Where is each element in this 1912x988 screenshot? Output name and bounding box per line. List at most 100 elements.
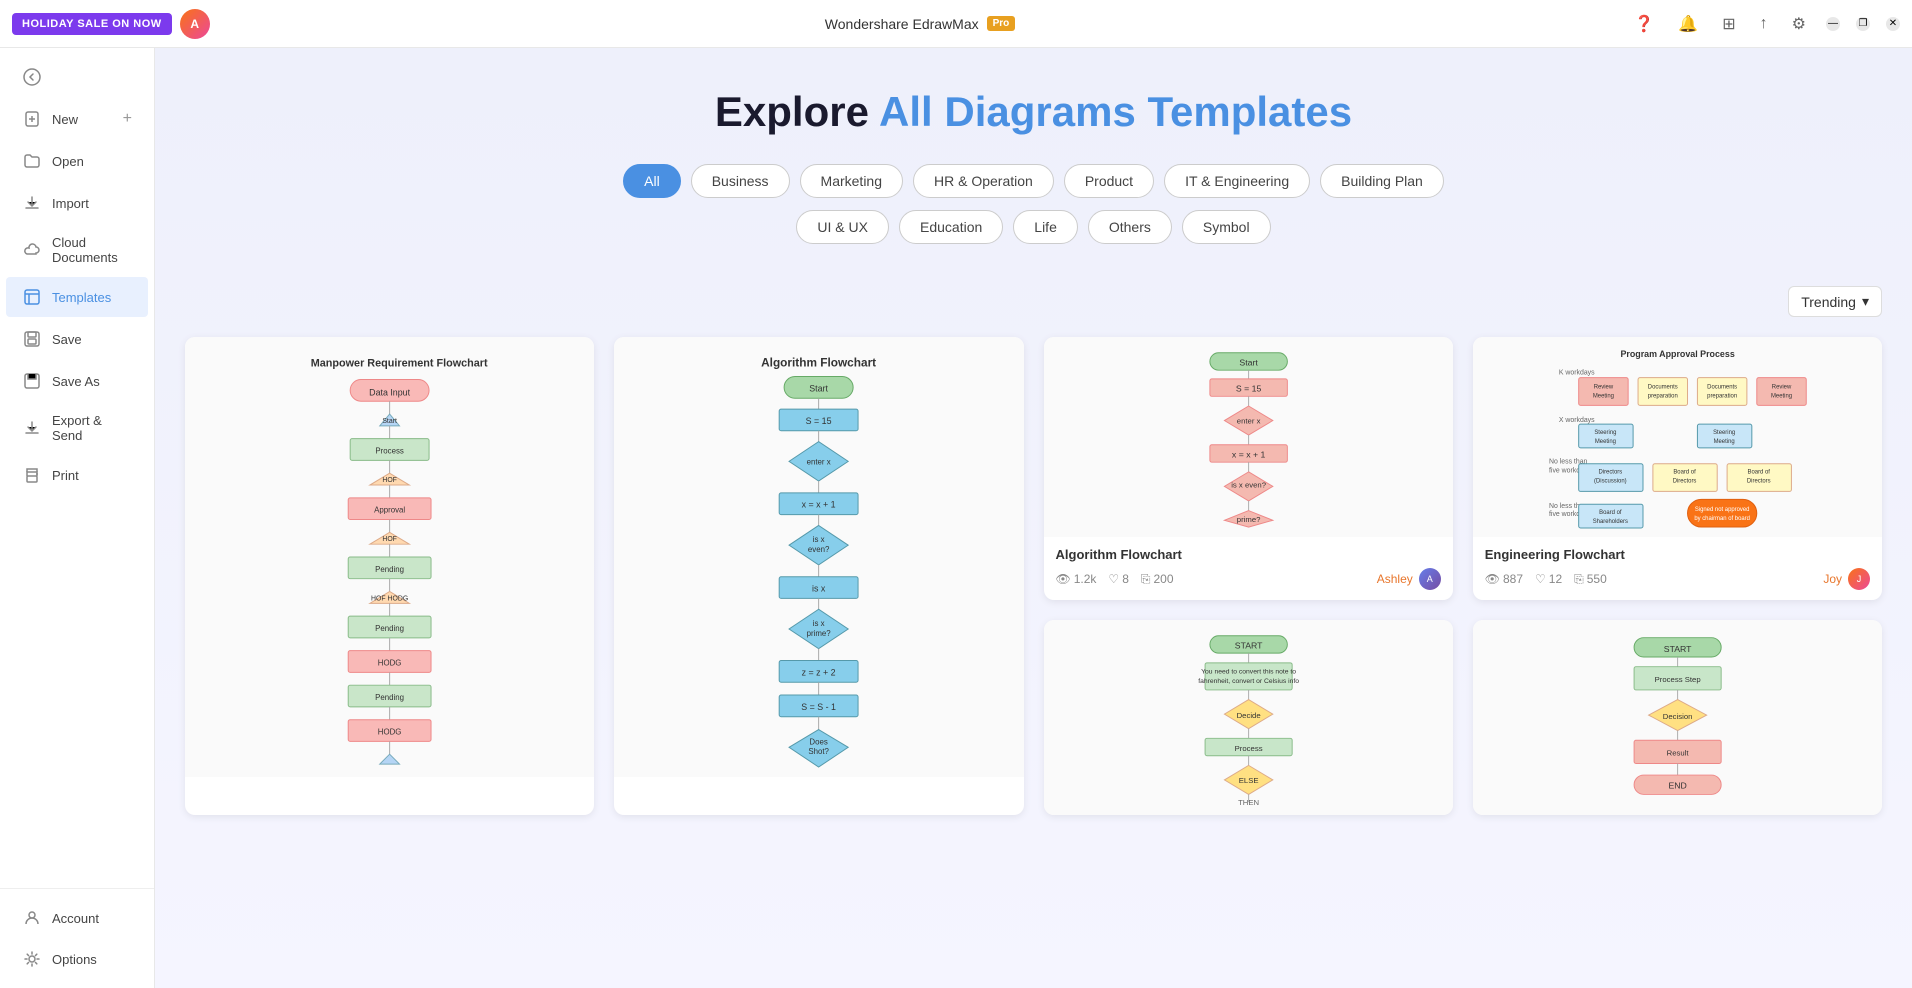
filter-life[interactable]: Life bbox=[1013, 210, 1078, 244]
sidebar-item-save[interactable]: Save bbox=[6, 319, 148, 359]
sidebar-item-import[interactable]: Import bbox=[6, 183, 148, 223]
settings-icon[interactable]: ⚙ bbox=[1788, 10, 1810, 38]
svg-text:Meeting: Meeting bbox=[1593, 393, 1614, 399]
sidebar-item-account[interactable]: Account bbox=[6, 898, 148, 938]
svg-text:HOF HODG: HOF HODG bbox=[371, 595, 408, 602]
engineering-likes: ♡ 12 bbox=[1535, 572, 1562, 586]
saveas-icon bbox=[22, 371, 42, 391]
svg-text:Manpower Requirement Flowchart: Manpower Requirement Flowchart bbox=[311, 358, 488, 370]
svg-text:Process: Process bbox=[1234, 744, 1262, 753]
algo-copies: ⎘ 200 bbox=[1141, 572, 1174, 587]
engineering-card-title: Engineering Flowchart bbox=[1485, 547, 1870, 562]
template-image-algorithm: Algorithm Flowchart Start S = 15 enter x bbox=[614, 337, 1023, 777]
share-icon[interactable]: ↑ bbox=[1756, 11, 1772, 37]
svg-text:Meeting: Meeting bbox=[1713, 439, 1734, 445]
plus-icon bbox=[22, 109, 42, 129]
algo-author-avatar: A bbox=[1419, 568, 1441, 590]
svg-text:Start: Start bbox=[1239, 357, 1258, 367]
sidebar-item-cloud[interactable]: Cloud Documents bbox=[6, 225, 148, 275]
sort-label: Trending bbox=[1801, 294, 1856, 310]
svg-text:HOF: HOF bbox=[382, 477, 397, 484]
filter-symbol[interactable]: Symbol bbox=[1182, 210, 1271, 244]
notification-icon[interactable]: 🔔 bbox=[1674, 10, 1702, 38]
svg-text:Signed not approved: Signed not approved bbox=[1695, 507, 1750, 513]
hero-title-highlight: All Diagrams Templates bbox=[879, 88, 1352, 135]
help-icon[interactable]: ❓ bbox=[1630, 10, 1658, 38]
close-button[interactable]: ✕ bbox=[1886, 17, 1900, 31]
app-name: Wondershare EdrawMax bbox=[825, 16, 979, 32]
svg-text:prime?: prime? bbox=[807, 629, 832, 638]
sidebar-item-print[interactable]: Print bbox=[6, 455, 148, 495]
filter-education[interactable]: Education bbox=[899, 210, 1003, 244]
main-layout: New + Open Import Cloud Documents bbox=[0, 48, 1912, 988]
placeholder-svg: START Process Step Decision Result bbox=[1481, 628, 1874, 807]
sidebar-save-label: Save bbox=[52, 332, 82, 347]
import-icon bbox=[22, 193, 42, 213]
svg-text:by chairman of board: by chairman of board bbox=[1694, 516, 1750, 522]
sidebar-account-label: Account bbox=[52, 911, 99, 926]
template-image-process: START You need to convert this note to f… bbox=[1044, 620, 1453, 815]
template-card-process[interactable]: START You need to convert this note to f… bbox=[1044, 620, 1453, 815]
svg-text:is x: is x bbox=[812, 584, 826, 594]
sidebar-item-saveas[interactable]: Save As bbox=[6, 361, 148, 401]
svg-text:Result: Result bbox=[1666, 749, 1689, 758]
sidebar-export-label: Export & Send bbox=[52, 413, 132, 443]
holiday-sale-button[interactable]: HOLIDAY SALE ON NOW bbox=[12, 13, 172, 35]
template-card-manpower[interactable]: Manpower Requirement Flowchart Data Inpu… bbox=[185, 337, 594, 815]
svg-text:Does: Does bbox=[810, 737, 828, 746]
template-card-algorithm-tall[interactable]: Algorithm Flowchart Start S = 15 enter x bbox=[614, 337, 1023, 815]
svg-text:enter x: enter x bbox=[1236, 416, 1260, 425]
restore-button[interactable]: ❐ bbox=[1856, 17, 1870, 31]
account-icon bbox=[22, 908, 42, 928]
svg-text:Shareholders: Shareholders bbox=[1592, 519, 1627, 525]
algo-meta-svg: Start S = 15 enter x x = x + 1 bbox=[1052, 345, 1445, 529]
sort-bar: Trending ▾ bbox=[155, 276, 1912, 327]
filter-ui[interactable]: UI & UX bbox=[796, 210, 889, 244]
svg-text:Directors: Directors bbox=[1672, 479, 1696, 485]
filter-others[interactable]: Others bbox=[1088, 210, 1172, 244]
template-card-placeholder[interactable]: START Process Step Decision Result bbox=[1473, 620, 1882, 815]
template-grid: Manpower Requirement Flowchart Data Inpu… bbox=[155, 337, 1912, 845]
engineering-views: 👁 887 bbox=[1485, 572, 1523, 586]
template-image-manpower: Manpower Requirement Flowchart Data Inpu… bbox=[185, 337, 594, 777]
svg-text:S = S - 1: S = S - 1 bbox=[802, 702, 837, 712]
template-card-engineering[interactable]: Program Approval Process K workdays Revi… bbox=[1473, 337, 1882, 600]
filter-building[interactable]: Building Plan bbox=[1320, 164, 1444, 198]
svg-text:Algorithm Flowchart: Algorithm Flowchart bbox=[761, 356, 876, 370]
templates-icon bbox=[22, 287, 42, 307]
apps-icon[interactable]: ⊞ bbox=[1718, 10, 1739, 38]
svg-text:is x: is x bbox=[813, 619, 825, 628]
filter-it[interactable]: IT & Engineering bbox=[1164, 164, 1310, 198]
sort-dropdown[interactable]: Trending ▾ bbox=[1788, 286, 1882, 317]
svg-text:Process: Process bbox=[375, 446, 404, 455]
sidebar-item-open[interactable]: Open bbox=[6, 141, 148, 181]
sidebar-item-export[interactable]: Export & Send bbox=[6, 403, 148, 453]
filter-all[interactable]: All bbox=[623, 164, 681, 198]
filter-product[interactable]: Product bbox=[1064, 164, 1154, 198]
svg-text:Meeting: Meeting bbox=[1595, 439, 1616, 445]
engineering-author-section: Joy J bbox=[1823, 568, 1870, 590]
svg-text:Documents: Documents bbox=[1648, 385, 1678, 391]
svg-text:even?: even? bbox=[808, 545, 830, 554]
filter-hr[interactable]: HR & Operation bbox=[913, 164, 1054, 198]
sidebar-item-options[interactable]: Options bbox=[6, 939, 148, 979]
engineering-card-footer: 👁 887 ♡ 12 ⎘ 550 bbox=[1485, 568, 1870, 590]
titlebar: HOLIDAY SALE ON NOW A Wondershare EdrawM… bbox=[0, 0, 1912, 48]
svg-text:HODG: HODG bbox=[378, 658, 402, 667]
svg-text:Review: Review bbox=[1772, 385, 1792, 391]
export-icon bbox=[22, 418, 42, 438]
sidebar-back-button[interactable] bbox=[6, 57, 148, 97]
filter-marketing[interactable]: Marketing bbox=[800, 164, 903, 198]
sidebar-item-new[interactable]: New + bbox=[6, 99, 148, 139]
minimize-button[interactable]: — bbox=[1826, 17, 1840, 31]
avatar[interactable]: A bbox=[180, 9, 210, 39]
sidebar-item-templates[interactable]: Templates bbox=[6, 277, 148, 317]
process-svg: START You need to convert this note to f… bbox=[1052, 628, 1445, 807]
svg-text:(Discussion): (Discussion) bbox=[1594, 479, 1627, 485]
folder-icon bbox=[22, 151, 42, 171]
svg-text:Program Approval Process: Program Approval Process bbox=[1620, 349, 1734, 359]
filter-business[interactable]: Business bbox=[691, 164, 790, 198]
back-icon bbox=[22, 67, 42, 87]
svg-text:z = z + 2: z = z + 2 bbox=[802, 667, 836, 677]
template-card-algorithm-meta[interactable]: Start S = 15 enter x x = x + 1 bbox=[1044, 337, 1453, 600]
